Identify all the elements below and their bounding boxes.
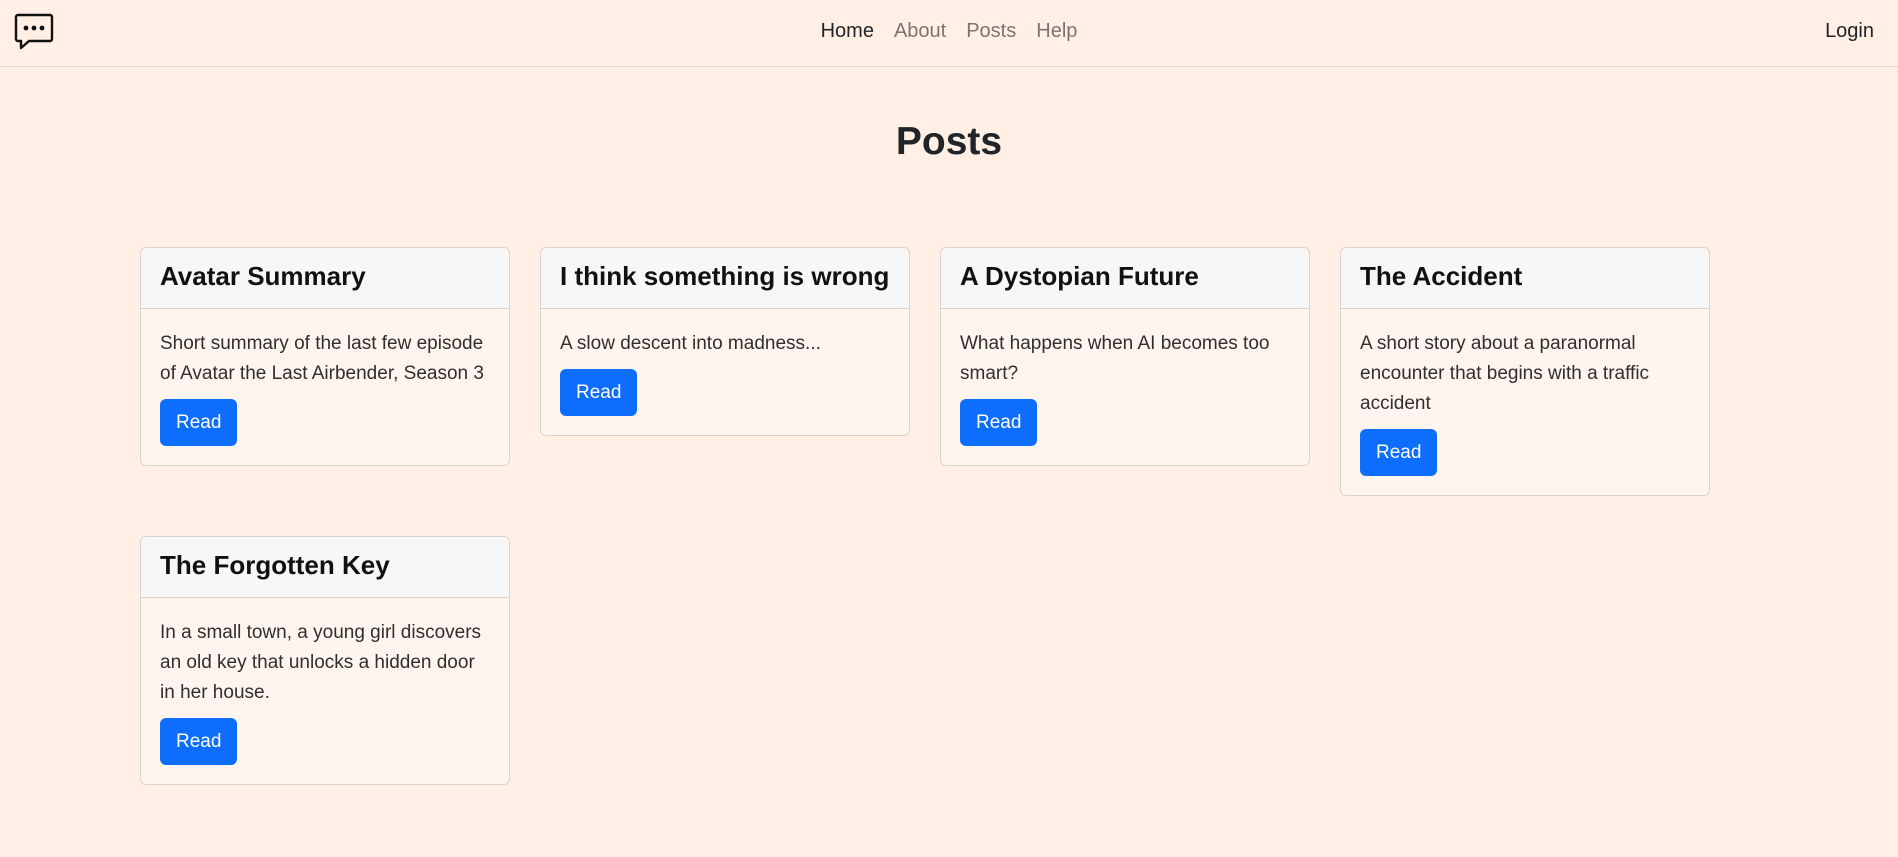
post-title: I think something is wrong <box>541 248 909 309</box>
post-card: A Dystopian Future What happens when AI … <box>940 247 1310 466</box>
nav-link-posts[interactable]: Posts <box>966 20 1016 43</box>
post-body: A slow descent into madness... Read <box>541 309 909 435</box>
post-card: Avatar Summary Short summary of the last… <box>140 247 510 466</box>
post-summary: In a small town, a young girl discovers … <box>160 622 482 703</box>
posts-grid: Avatar Summary Short summary of the last… <box>140 247 1711 785</box>
read-button[interactable]: Read <box>1360 429 1438 476</box>
post-body: A short story about a paranormal encount… <box>1341 309 1709 495</box>
post-summary: A short story about a paranormal encount… <box>1360 333 1650 414</box>
post-body: What happens when AI becomes too smart? … <box>941 309 1309 465</box>
post-body: Short summary of the last few episode of… <box>141 309 509 465</box>
post-title: The Accident <box>1341 248 1709 309</box>
nav-links: Home About Posts Help <box>0 20 1898 43</box>
post-card: The Accident A short story about a paran… <box>1340 247 1710 496</box>
post-body: In a small town, a young girl discovers … <box>141 598 509 784</box>
page-title: Posts <box>895 120 1003 163</box>
read-button[interactable]: Read <box>160 399 238 446</box>
post-title: Avatar Summary <box>141 248 509 309</box>
login-link[interactable]: Login <box>1825 20 1874 43</box>
post-card: I think something is wrong A slow descen… <box>540 247 910 436</box>
post-title: A Dystopian Future <box>941 248 1309 309</box>
nav-link-about[interactable]: About <box>894 20 946 43</box>
post-summary: What happens when AI becomes too smart? <box>960 333 1270 384</box>
top-navbar: Home About Posts Help Login <box>0 0 1898 67</box>
read-button[interactable]: Read <box>560 369 638 416</box>
read-button[interactable]: Read <box>160 718 238 765</box>
post-summary: Short summary of the last few episode of… <box>160 333 484 384</box>
nav-link-help[interactable]: Help <box>1036 20 1077 43</box>
read-button[interactable]: Read <box>960 399 1038 446</box>
post-title: The Forgotten Key <box>141 537 509 598</box>
post-summary: A slow descent into madness... <box>560 333 821 354</box>
post-card: The Forgotten Key In a small town, a you… <box>140 536 510 785</box>
nav-link-home[interactable]: Home <box>821 20 874 43</box>
